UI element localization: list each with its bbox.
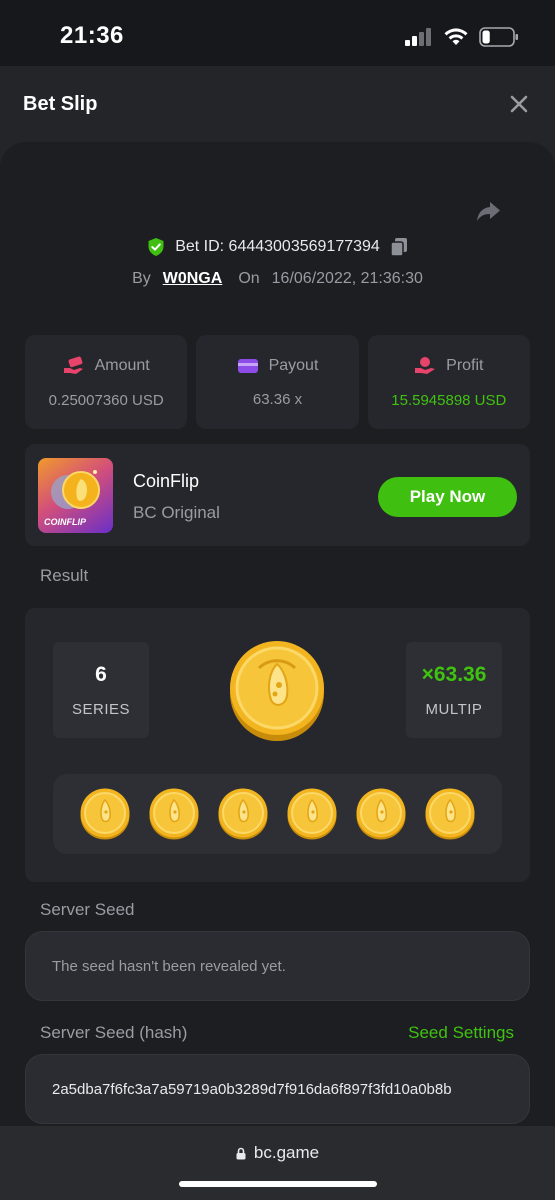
status-icons bbox=[405, 24, 519, 50]
bet-datetime: 16/06/2022, 21:36:30 bbox=[271, 270, 423, 287]
profit-value: 15.5945898 USD bbox=[391, 391, 507, 409]
status-bar: 21:36 bbox=[0, 0, 555, 66]
close-button[interactable] bbox=[509, 94, 529, 114]
home-indicator[interactable] bbox=[179, 1181, 377, 1187]
amount-value: 0.25007360 USD bbox=[48, 391, 164, 409]
coin-result-icon bbox=[218, 788, 268, 840]
stats-row: Amount 0.25007360 USD Payout 63.36 x Pro… bbox=[25, 335, 530, 429]
status-time: 21:36 bbox=[60, 22, 124, 49]
coin-result-icon bbox=[149, 788, 199, 840]
game-card: COINFLIP CoinFlip BC Original Play Now bbox=[25, 444, 530, 546]
amount-label: Amount bbox=[94, 356, 150, 374]
stat-card-payout: Payout 63.36 x bbox=[196, 335, 359, 429]
on-label: On bbox=[238, 270, 260, 287]
wallet-icon bbox=[237, 358, 258, 373]
stat-card-profit: Profit 15.5945898 USD bbox=[367, 335, 530, 429]
play-now-button[interactable]: Play Now bbox=[378, 477, 517, 517]
bet-id-row: Bet ID: 64443003569177394 bbox=[0, 232, 555, 262]
coin-result-icon bbox=[80, 788, 130, 840]
multiplier-label: MULTIP bbox=[425, 700, 483, 718]
browser-bar: bc.game bbox=[0, 1126, 555, 1200]
game-thumbnail[interactable]: COINFLIP bbox=[38, 458, 113, 533]
coin-icon bbox=[230, 641, 324, 741]
server-seed-field: The seed hasn't been revealed yet. bbox=[25, 931, 530, 1001]
profit-icon bbox=[415, 356, 436, 374]
series-label: SERIES bbox=[71, 700, 131, 718]
sheet-title: Bet Slip bbox=[23, 93, 98, 115]
wifi-icon bbox=[444, 28, 468, 45]
result-panel: 6 SERIES ×63.36 MULTIP bbox=[25, 608, 530, 882]
seed-settings-link[interactable]: Seed Settings bbox=[408, 1023, 514, 1043]
coin-result-icon bbox=[356, 788, 406, 840]
copy-icon[interactable] bbox=[390, 237, 408, 257]
server-seed-hash-field[interactable]: 2a5dba7f6fc3a7a59719a0b3289d7f916da6f897… bbox=[25, 1054, 530, 1124]
bet-meta-row: By W0NGA On 16/06/2022, 21:36:30 bbox=[0, 265, 555, 293]
server-seed-hash-label: Server Seed (hash) bbox=[40, 1023, 188, 1042]
payout-label: Payout bbox=[268, 356, 319, 374]
stat-label: Payout bbox=[237, 356, 319, 375]
share-icon[interactable] bbox=[474, 196, 504, 226]
username-link[interactable]: W0NGA bbox=[163, 270, 223, 288]
money-hand-icon bbox=[63, 356, 83, 374]
multiplier-box: ×63.36 MULTIP bbox=[406, 642, 502, 738]
server-seed-label: Server Seed bbox=[40, 900, 135, 919]
url-text: bc.game bbox=[253, 1143, 320, 1162]
game-provider: BC Original bbox=[133, 503, 220, 522]
series-box: 6 SERIES bbox=[53, 642, 149, 738]
cellular-signal-icon bbox=[405, 28, 431, 46]
sheet-header: Bet Slip bbox=[0, 66, 555, 142]
stat-card-amount: Amount 0.25007360 USD bbox=[25, 335, 188, 429]
profit-label: Profit bbox=[446, 356, 484, 374]
bet-id: Bet ID: 64443003569177394 bbox=[175, 238, 380, 255]
battery-icon bbox=[479, 27, 518, 47]
bet-slip-sheet: Bet Slip Bet ID: 64443003569177394 By W0… bbox=[0, 66, 555, 1126]
verified-shield-icon bbox=[148, 238, 164, 256]
coin-history-row bbox=[53, 774, 502, 854]
url-bar[interactable]: bc.game bbox=[0, 1143, 555, 1163]
coin-result-icon bbox=[425, 788, 475, 840]
stat-label: Profit bbox=[414, 356, 483, 376]
payout-value: 63.36 x bbox=[252, 390, 303, 408]
by-label: By bbox=[132, 270, 151, 287]
coin-result-icon bbox=[287, 788, 337, 840]
lock-icon bbox=[236, 1147, 246, 1160]
stat-label: Amount bbox=[63, 356, 150, 376]
series-value: 6 bbox=[95, 662, 107, 686]
thumb-label: COINFLIP bbox=[44, 517, 86, 527]
result-label: Result bbox=[40, 566, 89, 585]
multiplier-value: ×63.36 bbox=[421, 662, 487, 686]
bet-slip-content: Bet ID: 64443003569177394 By W0NGA On 16… bbox=[0, 142, 555, 1126]
game-name: CoinFlip bbox=[133, 471, 200, 491]
